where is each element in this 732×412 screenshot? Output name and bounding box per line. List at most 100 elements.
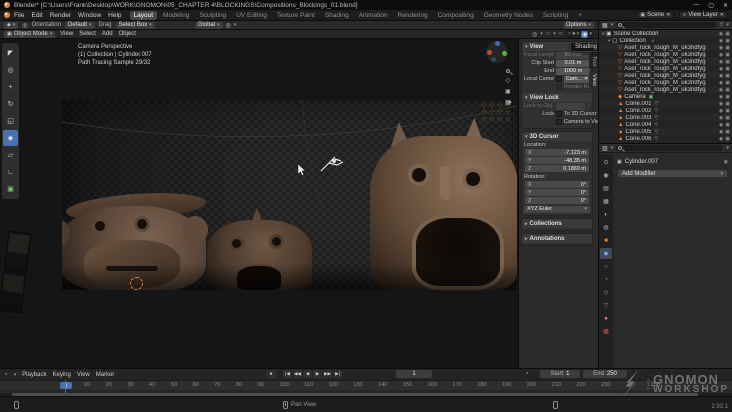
hide-eye-icon[interactable] xyxy=(719,66,723,72)
playback-button[interactable]: ◀◀ xyxy=(293,370,302,378)
collection-checkbox[interactable] xyxy=(660,129,665,134)
toolbar-tool-button[interactable]: ▱ xyxy=(3,147,18,163)
playback-button[interactable]: ▶▶ xyxy=(323,370,332,378)
timeline-tick[interactable]: 150 xyxy=(403,382,412,388)
workspace-tab[interactable]: Compositing xyxy=(434,11,478,20)
timeline-tick[interactable]: 30 xyxy=(127,382,133,388)
hide-eye-icon[interactable] xyxy=(719,87,723,93)
timeline-tick[interactable]: 40 xyxy=(149,382,155,388)
properties-tab[interactable]: ● xyxy=(600,313,612,324)
menu-item[interactable]: Window xyxy=(78,12,101,19)
pan-hand-icon[interactable]: ◇ xyxy=(506,77,511,84)
clip-start-field[interactable]: 0.01 m xyxy=(556,59,590,67)
render-visibility-icon[interactable] xyxy=(725,122,730,128)
minimize-button[interactable] xyxy=(693,2,699,8)
collection-checkbox[interactable] xyxy=(711,45,715,50)
collection-checkbox[interactable] xyxy=(660,122,665,127)
reference-image-board[interactable] xyxy=(0,227,35,317)
solid-shading-button[interactable]: ● xyxy=(572,31,576,37)
euler-dropdown[interactable]: XYZ Euler xyxy=(524,205,590,213)
render-visibility-icon[interactable] xyxy=(725,87,730,93)
current-frame-field[interactable]: 1 xyxy=(396,370,432,378)
current-frame-pill[interactable]: 1 xyxy=(60,382,72,389)
timeline-tick[interactable]: 170 xyxy=(453,382,462,388)
blender-menu-icon[interactable] xyxy=(4,12,10,18)
timeline-tick[interactable]: 120 xyxy=(329,382,338,388)
hide-eye-icon[interactable] xyxy=(719,115,723,121)
collections-panel-header[interactable]: ▸ Collections xyxy=(522,219,592,228)
filter-icon[interactable] xyxy=(720,22,724,28)
toolbar-tool-button[interactable]: ∟ xyxy=(3,164,18,180)
playback-button[interactable]: ◀ xyxy=(303,370,312,378)
collection-checkbox[interactable] xyxy=(711,73,715,78)
workspace-tab[interactable]: + xyxy=(574,11,586,20)
frame-end-field[interactable]: End 250 xyxy=(583,370,627,378)
timeline-tick[interactable]: 60 xyxy=(193,382,199,388)
playback-button[interactable]: |◀ xyxy=(283,370,292,378)
render-visibility-icon[interactable] xyxy=(725,108,730,114)
properties-search-input[interactable] xyxy=(616,145,724,151)
collection-checkbox[interactable] xyxy=(711,80,715,85)
timeline-tick[interactable]: 110 xyxy=(304,382,313,388)
properties-tab[interactable]: ■ xyxy=(600,235,612,246)
properties-tab[interactable]: ○ xyxy=(600,261,612,272)
render-visibility-icon[interactable] xyxy=(725,136,730,142)
render-visibility-icon[interactable] xyxy=(725,73,730,79)
n-panel-tab[interactable]: View xyxy=(589,71,598,89)
collection-checkbox[interactable] xyxy=(711,66,715,71)
to-3d-cursor-checkbox[interactable] xyxy=(556,111,562,117)
disclosure-triangle-icon[interactable]: ▾ xyxy=(602,31,604,37)
outliner-row[interactable]: ▽ Aset_rock_rough_M_uk3ndfyga_LOD0 xyxy=(599,65,732,72)
timeline-menu-item[interactable]: Keying xyxy=(53,372,71,378)
maximize-button[interactable] xyxy=(708,2,714,9)
properties-tab[interactable]: ▩ xyxy=(600,326,612,337)
properties-tab[interactable]: ⊙ xyxy=(600,157,612,168)
properties-tab[interactable]: ◆ xyxy=(600,248,612,259)
chevron-down-icon[interactable] xyxy=(540,31,543,37)
add-modifier-button[interactable]: Add Modifier xyxy=(617,169,728,178)
timeline-tick[interactable]: 220 xyxy=(576,382,585,388)
outliner-row[interactable]: ▲ Cone.003 ▽ xyxy=(599,114,732,121)
lock-to-object-field[interactable] xyxy=(556,102,585,110)
timeline-tick[interactable]: 70 xyxy=(214,382,220,388)
wireframe-shading-button[interactable]: ○ xyxy=(567,31,571,37)
location-field[interactable]: X -7.123 m xyxy=(525,149,589,156)
disclosure-triangle-icon[interactable]: ▾ xyxy=(608,38,610,44)
workspace-tab[interactable]: Animation xyxy=(355,11,392,20)
location-field[interactable]: Y -48.35 m xyxy=(525,157,589,164)
hide-eye-icon[interactable] xyxy=(719,101,723,107)
focal-length-field[interactable]: 50 mm xyxy=(556,51,590,59)
properties-tab[interactable]: ▽ xyxy=(600,300,612,311)
properties-tab[interactable]: ◉ xyxy=(600,170,612,181)
chevron-down-icon[interactable] xyxy=(553,31,556,37)
scene-selector[interactable]: Scene xyxy=(636,11,675,19)
collection-checkbox[interactable] xyxy=(660,115,665,120)
collection-checkbox[interactable] xyxy=(660,136,665,141)
workspace-tab[interactable]: Sculpting xyxy=(195,11,230,20)
outliner-row[interactable]: ▲ Cone.005 ▽ xyxy=(599,128,732,135)
properties-editor-icon[interactable]: ▨ xyxy=(602,145,608,152)
toolbar-tool-button[interactable]: ▣ xyxy=(3,181,18,197)
playback-button[interactable]: ▶ xyxy=(313,370,322,378)
viewport-3d[interactable]: ✦ Camera Perspective (1) Collection | Cy… xyxy=(0,39,598,368)
chevron-down-icon[interactable] xyxy=(726,145,729,151)
render-visibility-icon[interactable] xyxy=(725,52,730,58)
render-visibility-icon[interactable] xyxy=(725,31,730,37)
outliner-row[interactable]: ▲ Cone.006 ▽ xyxy=(599,135,732,142)
pin-icon[interactable] xyxy=(724,159,728,165)
clear-scene-icon[interactable] xyxy=(666,12,670,18)
timeline-tick[interactable]: 140 xyxy=(378,382,387,388)
outliner-row[interactable]: ▲ Cone.004 ▽ xyxy=(599,121,732,128)
timeline-tick[interactable]: 190 xyxy=(502,382,511,388)
chevron-down-icon[interactable] xyxy=(726,22,729,28)
properties-tab[interactable]: ◐ xyxy=(600,209,612,220)
clip-end-field[interactable]: 1000 m xyxy=(556,67,590,75)
timeline-tick[interactable]: 80 xyxy=(236,382,242,388)
viewport-menu-item[interactable]: Select xyxy=(79,31,96,37)
hide-eye-icon[interactable] xyxy=(719,38,723,44)
collection-checkbox[interactable] xyxy=(655,94,660,99)
timeline-tick[interactable]: 50 xyxy=(171,382,177,388)
outliner-row[interactable]: ▽ Aset_rock_rough_M_uk3ndfyga_LOD0 xyxy=(599,72,732,79)
outliner-row[interactable]: ▽ Aset_rock_rough_M_uk3ndfyga_LOD0 xyxy=(599,51,732,58)
timeline-tick[interactable]: 100 xyxy=(279,382,288,388)
